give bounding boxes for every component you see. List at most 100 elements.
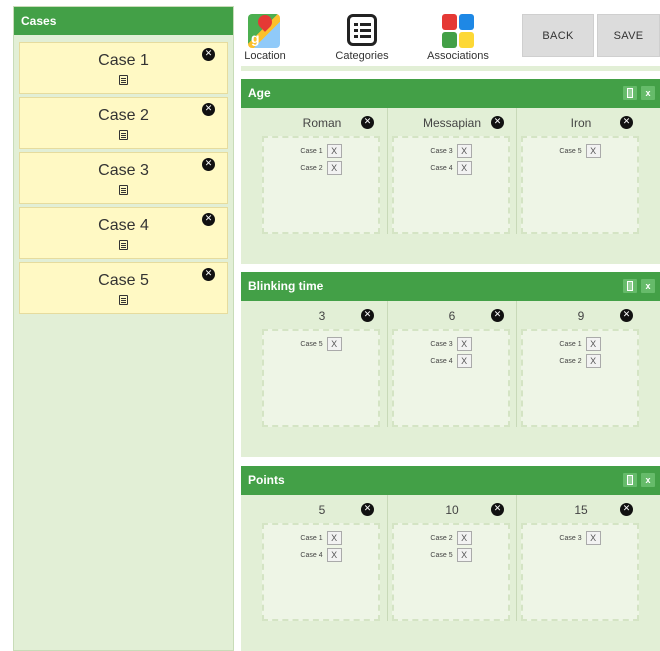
remove-column-icon[interactable]: ✕ (491, 503, 504, 516)
save-button[interactable]: SAVE (597, 14, 660, 57)
remove-column-icon[interactable]: ✕ (620, 503, 633, 516)
remove-case-icon[interactable]: ✕ (202, 48, 215, 61)
dropzone[interactable]: Case 5X (262, 329, 380, 427)
panel-header: Blinking time x (241, 272, 660, 301)
remove-chip-button[interactable]: X (585, 531, 601, 545)
case-card[interactable]: Case 1 ✕ (19, 42, 228, 94)
close-panel-button[interactable]: x (641, 473, 655, 487)
close-panel-button[interactable]: x (641, 279, 655, 293)
remove-chip-button[interactable]: X (326, 161, 342, 175)
remove-column-icon[interactable]: ✕ (491, 309, 504, 322)
categories-tool[interactable]: Categories (330, 14, 394, 63)
chip-label: Case 1 (559, 340, 582, 348)
dropzone[interactable]: Case 5X (521, 136, 639, 234)
category-column: Roman ✕ Case 1X Case 2X (258, 108, 386, 234)
panel-body: 5 ✕ Case 1X Case 4X 10 ✕ Case 2X Case 5X… (241, 495, 660, 651)
chip-label: Case 5 (300, 340, 323, 348)
remove-chip-button[interactable]: X (456, 337, 472, 351)
document-icon[interactable] (119, 130, 128, 140)
remove-column-icon[interactable]: ✕ (620, 309, 633, 322)
document-icon[interactable] (119, 240, 128, 250)
remove-chip-button[interactable]: X (456, 531, 472, 545)
case-chip: Case 1X (523, 337, 637, 351)
case-card[interactable]: Case 3 ✕ (19, 152, 228, 204)
chip-label: Case 3 (430, 340, 453, 348)
remove-chip-button[interactable]: X (585, 337, 601, 351)
remove-chip-button[interactable]: X (326, 337, 342, 351)
attribute-panel-points: Points x 5 ✕ Case 1X Case 4X 10 ✕ Case 2… (241, 466, 660, 651)
location-label: Location (244, 50, 286, 62)
list-icon (345, 14, 379, 48)
case-chip: Case 5X (264, 337, 378, 351)
document-icon[interactable] (119, 75, 128, 85)
dropzone[interactable]: Case 1X Case 4X (262, 523, 380, 621)
case-chip: Case 3X (394, 144, 508, 158)
category-column: 15 ✕ Case 3X (516, 495, 645, 621)
case-chip: Case 5X (394, 548, 508, 562)
dropzone[interactable]: Case 1X Case 2X (262, 136, 380, 234)
remove-column-icon[interactable]: ✕ (620, 116, 633, 129)
case-title: Case 5 (98, 272, 149, 289)
chip-label: Case 1 (300, 147, 323, 155)
category-column: 3 ✕ Case 5X (258, 301, 386, 427)
remove-chip-button[interactable]: X (585, 144, 601, 158)
dropzone[interactable]: Case 2X Case 5X (392, 523, 510, 621)
remove-case-icon[interactable]: ✕ (202, 103, 215, 116)
location-tool[interactable]: g Location (240, 14, 290, 63)
remove-chip-button[interactable]: X (326, 548, 342, 562)
remove-chip-button[interactable]: X (585, 354, 601, 368)
chip-label: Case 3 (559, 534, 582, 542)
case-title: Case 4 (98, 217, 149, 234)
chip-label: Case 3 (430, 147, 453, 155)
door-icon[interactable] (623, 279, 637, 293)
remove-chip-button[interactable]: X (456, 548, 472, 562)
categories-label: Categories (335, 50, 389, 62)
case-chip: Case 3X (394, 337, 508, 351)
remove-chip-button[interactable]: X (456, 354, 472, 368)
map-icon: g (248, 14, 282, 48)
remove-column-icon[interactable]: ✕ (361, 503, 374, 516)
case-title: Case 2 (98, 107, 149, 124)
associations-tool[interactable]: Associations (422, 14, 494, 63)
door-icon[interactable] (623, 86, 637, 100)
dropzone[interactable]: Case 3X Case 4X (392, 136, 510, 234)
remove-case-icon[interactable]: ✕ (202, 158, 215, 171)
close-panel-button[interactable]: x (641, 86, 655, 100)
remove-chip-button[interactable]: X (456, 144, 472, 158)
dropzone[interactable]: Case 3X Case 4X (392, 329, 510, 427)
case-card[interactable]: Case 4 ✕ (19, 207, 228, 259)
case-chip: Case 1X (264, 531, 378, 545)
document-icon[interactable] (119, 295, 128, 305)
remove-column-icon[interactable]: ✕ (491, 116, 504, 129)
case-chip: Case 5X (523, 144, 637, 158)
case-card[interactable]: Case 2 ✕ (19, 97, 228, 149)
remove-chip-button[interactable]: X (456, 161, 472, 175)
case-title: Case 3 (98, 162, 149, 179)
puzzle-icon (441, 14, 475, 48)
panel-body: Roman ✕ Case 1X Case 2X Messapian ✕ Case… (241, 108, 660, 264)
remove-column-icon[interactable]: ✕ (361, 309, 374, 322)
remove-case-icon[interactable]: ✕ (202, 213, 215, 226)
case-card[interactable]: Case 5 ✕ (19, 262, 228, 314)
associations-label: Associations (427, 50, 489, 62)
remove-case-icon[interactable]: ✕ (202, 268, 215, 281)
remove-chip-button[interactable]: X (326, 531, 342, 545)
door-icon[interactable] (623, 473, 637, 487)
attribute-panel-blinking-time: Blinking time x 3 ✕ Case 5X 6 ✕ Case 3X … (241, 272, 660, 457)
document-icon[interactable] (119, 185, 128, 195)
case-chip: Case 4X (264, 548, 378, 562)
dropzone[interactable]: Case 1X Case 2X (521, 329, 639, 427)
remove-column-icon[interactable]: ✕ (361, 116, 374, 129)
cases-sidebar: Cases Case 1 ✕ Case 2 ✕ Case 3 ✕ Case 4 … (13, 6, 234, 651)
chip-label: Case 2 (430, 534, 453, 542)
remove-chip-button[interactable]: X (326, 144, 342, 158)
chip-label: Case 5 (430, 551, 453, 559)
sidebar-title: Cases (14, 7, 233, 35)
toolbar-divider (241, 66, 660, 71)
attribute-panel-age: Age x Roman ✕ Case 1X Case 2X Messapian … (241, 79, 660, 264)
category-column: 5 ✕ Case 1X Case 4X (258, 495, 386, 621)
back-button[interactable]: BACK (522, 14, 594, 57)
dropzone[interactable]: Case 3X (521, 523, 639, 621)
panel-title: Points (248, 473, 285, 487)
case-chip: Case 4X (394, 161, 508, 175)
